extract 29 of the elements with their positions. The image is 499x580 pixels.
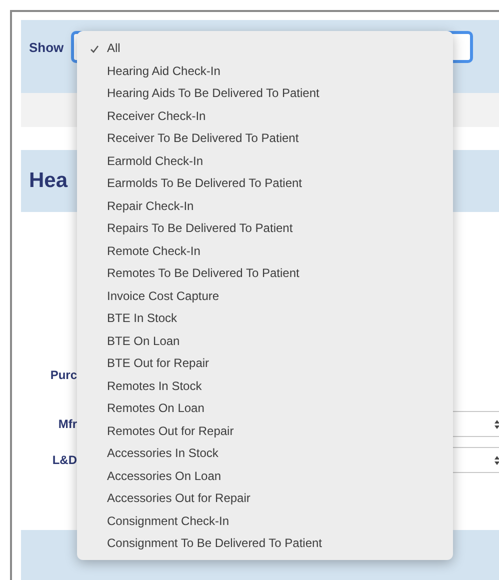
menu-item[interactable]: Receiver Check-In bbox=[77, 104, 453, 127]
menu-item[interactable]: Accessories Out for Repair bbox=[77, 487, 453, 510]
menu-item[interactable]: Receiver To Be Delivered To Patient bbox=[77, 127, 453, 150]
menu-item[interactable]: Hearing Aids To Be Delivered To Patient bbox=[77, 82, 453, 104]
field-label: Mfr bbox=[57, 417, 77, 433]
menu-item[interactable]: BTE Out for Repair bbox=[77, 352, 453, 374]
spinner-icon bbox=[494, 454, 499, 466]
menu-item[interactable]: Remote Check-In bbox=[77, 240, 453, 262]
menu-item[interactable]: BTE On Loan bbox=[77, 330, 453, 352]
menu-item[interactable]: Repairs To Be Delivered To Patient bbox=[77, 217, 453, 240]
menu-item[interactable]: Consignment Check-In bbox=[77, 510, 453, 532]
menu-item[interactable]: Earmolds To Be Delivered To Patient bbox=[77, 172, 453, 194]
section-heading: Hea bbox=[29, 169, 68, 193]
menu-item[interactable]: Invoice Cost Capture bbox=[77, 284, 453, 307]
field-label: Purc bbox=[49, 368, 77, 384]
menu-item[interactable]: Accessories In Stock bbox=[77, 442, 453, 464]
menu-item[interactable]: BTE In Stock bbox=[77, 307, 453, 330]
menu-item[interactable]: Remotes On Loan bbox=[77, 397, 453, 420]
menu-item[interactable]: Remotes To Be Delivered To Patient bbox=[77, 262, 453, 284]
menu-item[interactable]: Earmold Check-In bbox=[77, 150, 453, 172]
menu-item[interactable]: Repair Check-In bbox=[77, 194, 453, 217]
menu-item[interactable]: Hearing Aid Check-In bbox=[77, 60, 453, 82]
menu-item[interactable]: Accessories On Loan bbox=[77, 464, 453, 487]
field-label: L&D bbox=[51, 453, 77, 469]
menu-item[interactable]: Remotes Out for Repair bbox=[77, 420, 453, 442]
filter-label: Show bbox=[29, 40, 64, 55]
menu-item[interactable]: Remotes In Stock bbox=[77, 374, 453, 397]
spinner-icon bbox=[494, 418, 499, 430]
menu-item[interactable]: All bbox=[77, 37, 453, 60]
